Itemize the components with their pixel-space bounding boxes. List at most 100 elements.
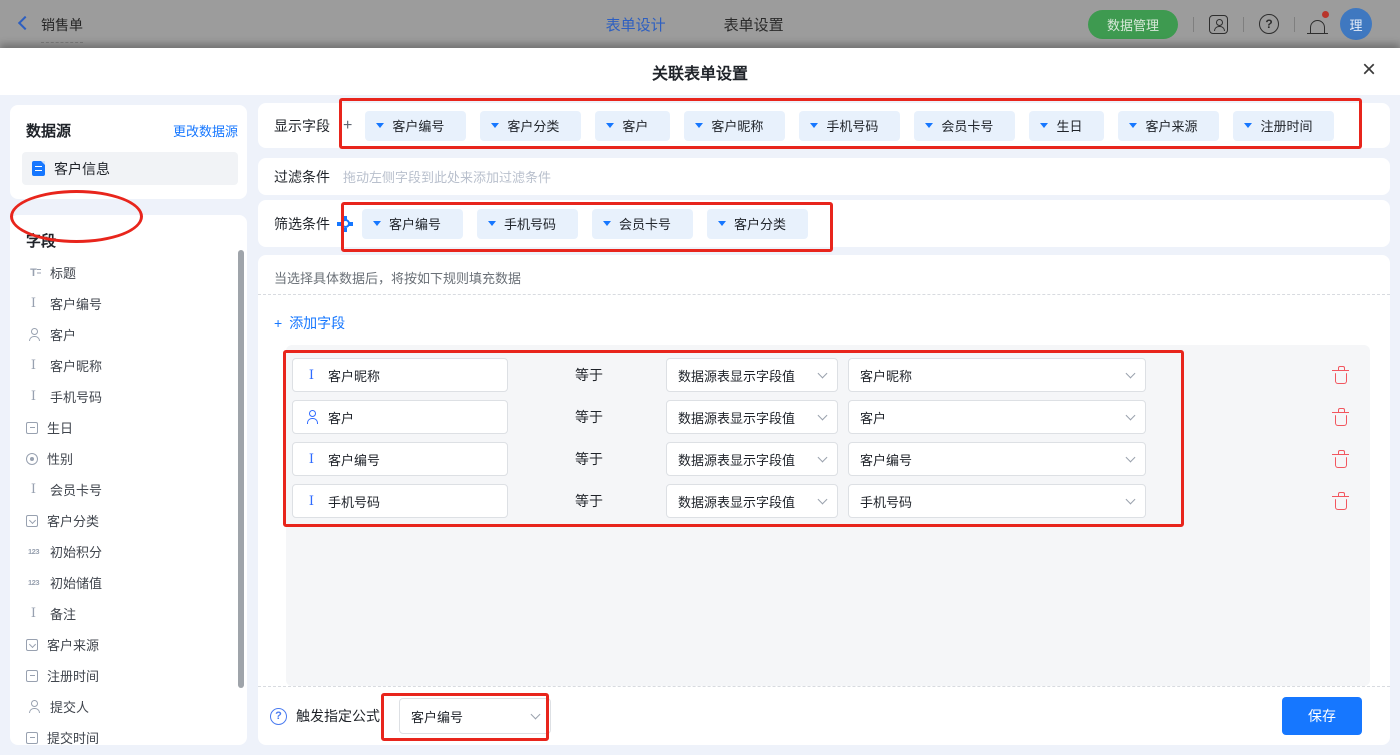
caret-down-icon <box>1244 123 1252 128</box>
avatar[interactable]: 理 <box>1340 8 1372 40</box>
rule-target-field[interactable]: 客户昵称 <box>292 358 508 392</box>
datasource-item[interactable]: 客户信息 <box>22 152 238 185</box>
field-item-label: 性别 <box>47 449 73 468</box>
filter-condition-row[interactable]: 过滤条件 拖动左侧字段到此处来添加过滤条件 <box>258 158 1390 195</box>
field-item[interactable]: 备注 <box>10 598 247 629</box>
rule-value-select[interactable]: 手机号码 <box>848 484 1146 518</box>
field-chip[interactable]: 手机号码 <box>799 111 900 141</box>
rule-target-field[interactable]: 客户 <box>292 400 508 434</box>
chevron-down-icon <box>531 709 541 719</box>
field-item[interactable]: 标题 <box>10 257 247 288</box>
screen-condition-label: 筛选条件 <box>274 214 330 234</box>
fill-rules-card: 当选择具体数据后，将按如下规则填充数据 + 添加字段 客户昵称 等于 <box>258 255 1390 745</box>
topbar-tab[interactable]: 表单设置 <box>724 14 784 35</box>
rule-source-select[interactable]: 数据源表显示字段值 <box>666 484 838 518</box>
chevron-down-icon <box>818 452 828 462</box>
field-item[interactable]: 客户昵称 <box>10 350 247 381</box>
datasource-card: 数据源 更改数据源 客户信息 <box>10 105 247 199</box>
field-chip[interactable]: 客户昵称 <box>684 111 785 141</box>
display-field-chips: 客户编号 客户分类 客户 客户昵称 <box>365 111 1334 141</box>
field-chip[interactable]: 生日 <box>1029 111 1104 141</box>
field-chip[interactable]: 客户分类 <box>707 209 808 239</box>
chevron-down-icon <box>1126 410 1136 420</box>
form-name[interactable]: 销售单 <box>41 15 83 43</box>
delete-rule-button[interactable] <box>1332 366 1350 384</box>
text-icon <box>26 358 41 373</box>
field-item-label: 客户分类 <box>47 511 99 530</box>
divider <box>1243 17 1244 32</box>
rule-value-select[interactable]: 客户昵称 <box>848 358 1146 392</box>
chip-label: 手机号码 <box>504 214 556 233</box>
caret-down-icon <box>1129 123 1137 128</box>
rule-source-select[interactable]: 数据源表显示字段值 <box>666 358 838 392</box>
notification-bell-icon[interactable] <box>1310 15 1325 33</box>
help-icon[interactable] <box>1259 14 1279 34</box>
display-fields-label: 显示字段 <box>274 116 330 136</box>
help-circle-icon[interactable] <box>270 708 287 725</box>
field-chip[interactable]: 客户 <box>595 111 670 141</box>
field-item[interactable]: 会员卡号 <box>10 474 247 505</box>
gear-icon[interactable] <box>338 217 352 231</box>
chevron-down-icon <box>1126 452 1136 462</box>
chip-label: 客户分类 <box>507 116 559 135</box>
field-item[interactable]: 初始积分 <box>10 536 247 567</box>
back-button[interactable]: 销售单 <box>0 15 83 34</box>
modal-header: 关联表单设置 × <box>0 48 1400 95</box>
field-item[interactable]: 客户编号 <box>10 288 247 319</box>
rule-source-value: 数据源表显示字段值 <box>678 408 795 427</box>
select-icon <box>26 515 38 527</box>
rule-target-field[interactable]: 手机号码 <box>292 484 508 518</box>
topbar-tab[interactable]: 表单设计 <box>606 14 666 35</box>
rule-source-select[interactable]: 数据源表显示字段值 <box>666 442 838 476</box>
field-item[interactable]: 客户 <box>10 319 247 350</box>
trash-icon <box>1335 457 1347 468</box>
field-item-label: 客户编号 <box>50 294 102 313</box>
field-item[interactable]: 手机号码 <box>10 381 247 412</box>
field-item[interactable]: 生日 <box>10 412 247 443</box>
data-manage-button[interactable]: 数据管理 <box>1088 10 1178 39</box>
field-item[interactable]: 客户来源 <box>10 629 247 660</box>
topbar-actions: 数据管理 理 <box>1088 8 1400 40</box>
field-item[interactable]: 注册时间 <box>10 660 247 691</box>
add-field-button[interactable]: + 添加字段 <box>274 313 345 333</box>
rule-value-select[interactable]: 客户 <box>848 400 1146 434</box>
rule-operator: 等于 <box>575 491 603 511</box>
field-chip[interactable]: 客户编号 <box>365 111 466 141</box>
scrollbar-thumb[interactable] <box>238 250 244 688</box>
contacts-icon[interactable] <box>1209 15 1228 34</box>
field-item[interactable]: 客户分类 <box>10 505 247 536</box>
rules-panel: 客户昵称 等于 数据源表显示字段值 客户昵称 <box>286 345 1370 686</box>
delete-rule-button[interactable] <box>1332 492 1350 510</box>
field-chip[interactable]: 客户分类 <box>480 111 581 141</box>
delete-rule-button[interactable] <box>1332 408 1350 426</box>
field-chip[interactable]: 客户来源 <box>1118 111 1219 141</box>
field-item[interactable]: 初始储值 <box>10 567 247 598</box>
rule-row: 客户昵称 等于 数据源表显示字段值 客户昵称 <box>292 358 1370 392</box>
change-datasource-link[interactable]: 更改数据源 <box>173 121 238 140</box>
datasource-title: 数据源 <box>26 120 71 141</box>
rule-row: 客户编号 等于 数据源表显示字段值 客户编号 <box>292 442 1370 476</box>
field-chip[interactable]: 会员卡号 <box>592 209 693 239</box>
rule-target-field[interactable]: 客户编号 <box>292 442 508 476</box>
field-item-label: 手机号码 <box>50 387 102 406</box>
delete-rule-button[interactable] <box>1332 450 1350 468</box>
rule-source-value: 数据源表显示字段值 <box>678 366 795 385</box>
caret-down-icon <box>810 123 818 128</box>
field-item[interactable]: 性别 <box>10 443 247 474</box>
close-icon[interactable]: × <box>1362 58 1376 82</box>
save-button[interactable]: 保存 <box>1282 697 1362 735</box>
field-item[interactable]: 提交时间 <box>10 722 247 745</box>
text-icon <box>26 606 41 621</box>
rule-source-select[interactable]: 数据源表显示字段值 <box>666 400 838 434</box>
caret-down-icon <box>488 221 496 226</box>
field-chip[interactable]: 注册时间 <box>1233 111 1334 141</box>
formula-field-select[interactable]: 客户编号 <box>399 698 551 734</box>
field-chip[interactable]: 客户编号 <box>362 209 463 239</box>
rule-value-select[interactable]: 客户编号 <box>848 442 1146 476</box>
field-item[interactable]: 提交人 <box>10 691 247 722</box>
add-display-field-button[interactable]: + <box>343 117 352 135</box>
field-chip[interactable]: 手机号码 <box>477 209 578 239</box>
field-chip[interactable]: 会员卡号 <box>914 111 1015 141</box>
trash-icon <box>1335 373 1347 384</box>
text-icon <box>26 389 41 404</box>
